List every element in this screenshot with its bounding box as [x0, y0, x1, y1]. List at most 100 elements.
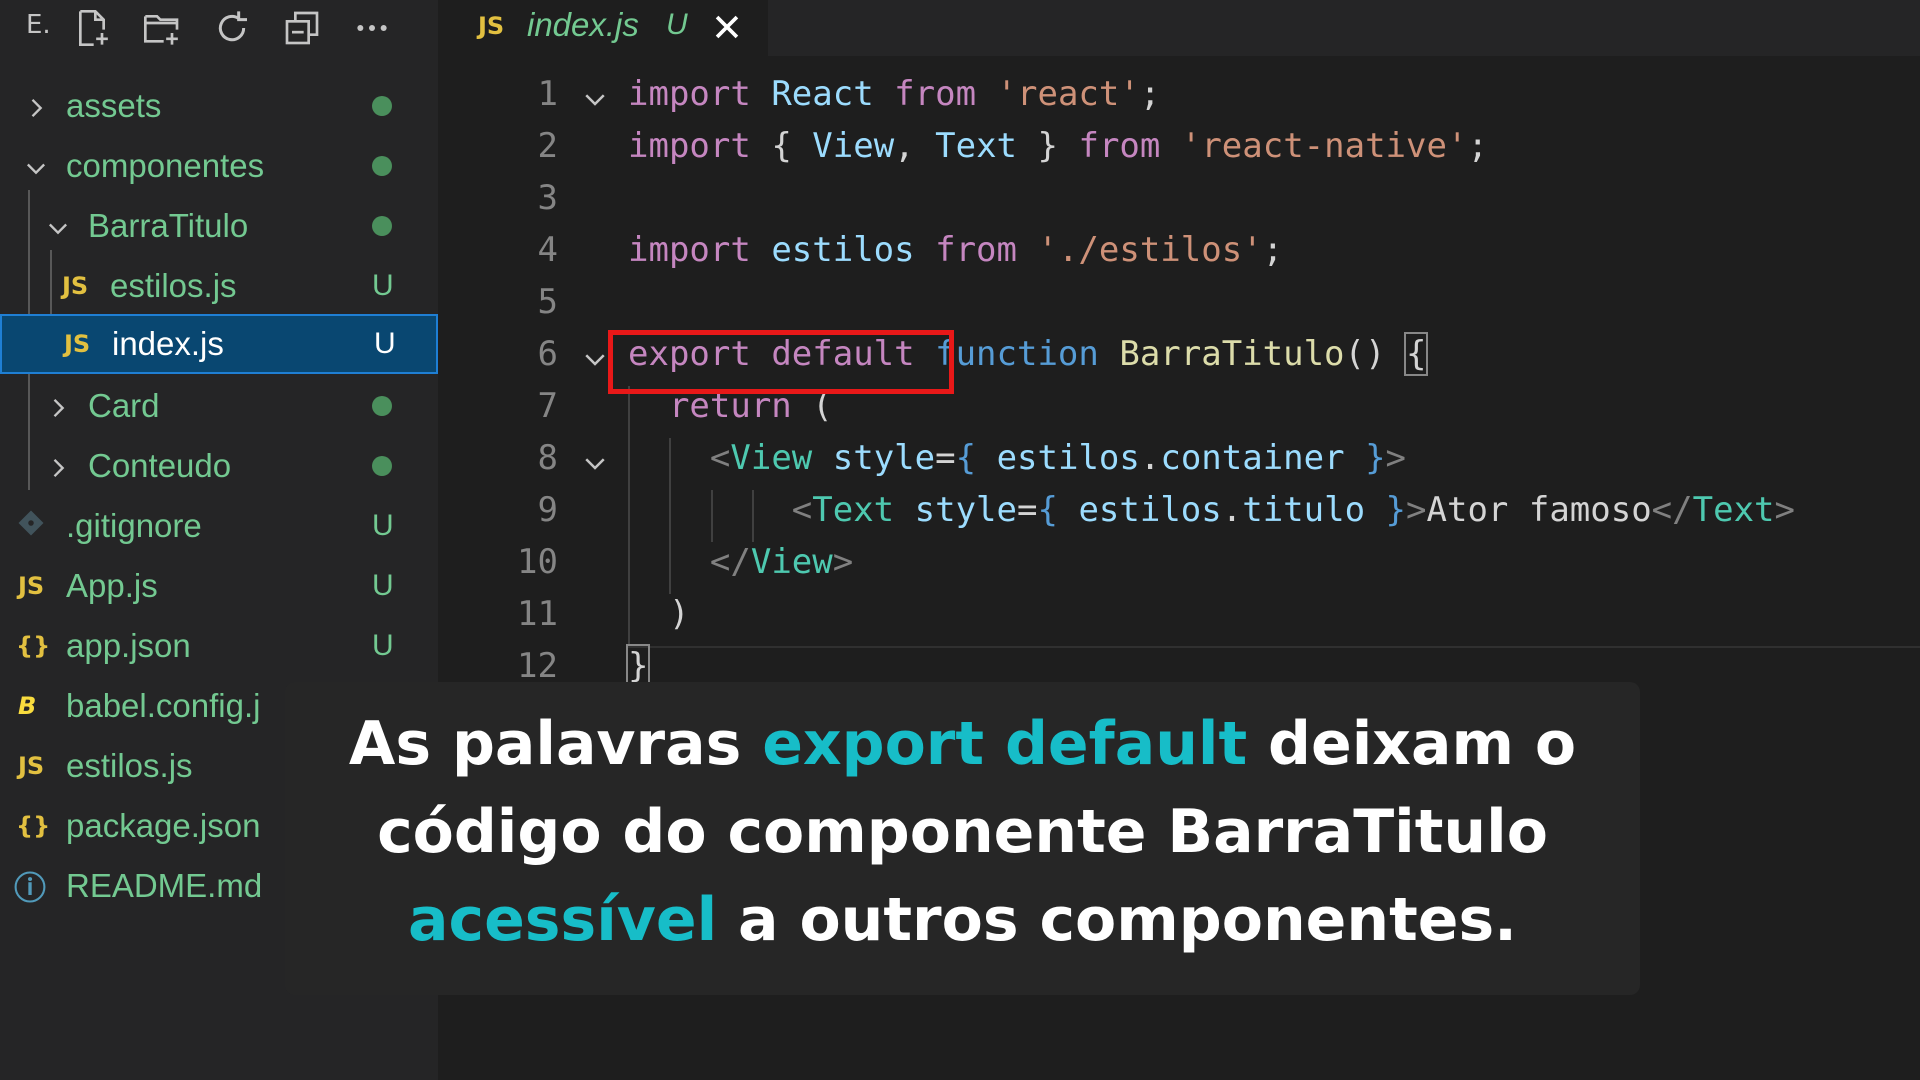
new-file-icon[interactable] — [70, 6, 114, 50]
modified-dot — [372, 396, 392, 416]
brace-open-matched: { — [1403, 332, 1429, 376]
identifier-estilos: estilos — [771, 230, 915, 270]
tag-open: < — [791, 490, 813, 530]
tree-item-label: app.json — [66, 627, 191, 664]
tree-item-label: index.js — [112, 325, 224, 362]
parens: () — [1344, 334, 1386, 374]
new-folder-icon[interactable] — [140, 6, 184, 50]
string-react-native: 'react-native' — [1180, 126, 1468, 166]
code-line-2: import { View, Text } from 'react-native… — [628, 126, 1488, 166]
identifier-container: container — [1160, 438, 1345, 478]
line-number: 10 — [517, 542, 558, 582]
caption-text-part: deixam o — [1247, 709, 1577, 779]
code-line-11: ) — [628, 594, 689, 634]
json-file-icon: {} — [16, 812, 51, 840]
tree-item-gitignore[interactable]: .gitignore U — [0, 496, 438, 556]
tree-item-assets[interactable]: assets — [0, 76, 438, 136]
info-icon: ⓘ — [14, 869, 47, 907]
tree-item-index-js[interactable]: JS index.js U — [0, 314, 438, 374]
more-icon[interactable] — [350, 6, 394, 50]
equals: = — [935, 438, 956, 478]
tree-item-conteudo[interactable]: Conteudo — [0, 436, 438, 496]
code-line-1: import React from 'react'; — [628, 74, 1160, 114]
tag-text: Text — [1692, 490, 1775, 530]
caption-text-part: As palavras — [348, 709, 763, 779]
caption-line-1: As palavras export default deixam o — [285, 700, 1640, 788]
tree-item-componentes[interactable]: componentes — [0, 136, 438, 196]
line-number: 7 — [537, 386, 558, 426]
js-file-icon: JS — [64, 330, 91, 358]
keyword-from: from — [894, 74, 977, 114]
dot: . — [1139, 438, 1161, 478]
code-line-10: </View> — [628, 542, 853, 582]
collapse-all-icon[interactable] — [280, 6, 324, 50]
identifier-react: React — [771, 74, 874, 114]
untracked-badge: U — [372, 569, 394, 602]
tree-item-label: App.js — [66, 567, 158, 604]
tree-item-estilos-js[interactable]: JS estilos.js U — [0, 256, 438, 316]
line-number: 6 — [537, 334, 558, 374]
chevron-right-icon — [44, 392, 72, 420]
code-line-9: <Text style={ estilos.titulo }>Ator famo… — [628, 490, 1795, 530]
chevron-right-icon — [44, 452, 72, 480]
line-number: 8 — [537, 438, 558, 478]
paren-close: ) — [668, 594, 690, 634]
close-icon[interactable] — [710, 10, 744, 44]
brace-close: } — [1037, 126, 1058, 166]
tree-item-label: componentes — [66, 147, 265, 184]
line-number: 2 — [537, 126, 558, 166]
brace-close-matched: } — [625, 644, 651, 688]
chevron-right-icon — [22, 92, 50, 120]
modified-dot — [372, 156, 392, 176]
tree-item-label: package.json — [66, 807, 261, 844]
tree-item-card[interactable]: Card — [0, 376, 438, 436]
tab-index-js[interactable]: JS index.js U — [438, 0, 768, 56]
identifier-estilos: estilos — [1078, 490, 1222, 530]
tag-close: > — [832, 542, 854, 582]
tree-item-label: estilos.js — [66, 747, 193, 784]
untracked-badge: U — [372, 509, 394, 542]
fold-chevron-icon[interactable] — [580, 84, 610, 114]
tree-item-label: README.md — [66, 867, 263, 904]
identifier-titulo: titulo — [1242, 490, 1366, 530]
fold-chevron-icon[interactable] — [580, 448, 610, 478]
semicolon: ; — [1139, 74, 1161, 114]
current-line-border — [628, 646, 1920, 648]
semicolon: ; — [1467, 126, 1488, 166]
keyword-from: from — [935, 230, 1017, 270]
explorer-toolbar: E. — [0, 0, 438, 56]
caption-accent: export default — [762, 709, 1248, 779]
tree-item-label: BarraTitulo — [88, 207, 249, 244]
line-number: 3 — [537, 178, 558, 218]
tree-item-app-js[interactable]: JS App.js U — [0, 556, 438, 616]
jsx-brace-close: } — [1365, 438, 1386, 478]
modified-dot — [372, 96, 392, 116]
dot: . — [1221, 490, 1243, 530]
string-estilos: './estilos' — [1037, 230, 1263, 270]
refresh-icon[interactable] — [210, 6, 254, 50]
tree-item-label: Card — [88, 387, 160, 424]
line-number: 5 — [537, 282, 558, 322]
modified-dot — [372, 216, 392, 236]
tree-item-label: babel.config.j — [66, 687, 261, 724]
fold-chevron-icon[interactable] — [580, 344, 610, 374]
comma: , — [894, 126, 915, 166]
untracked-badge: U — [372, 629, 394, 662]
js-file-icon: JS — [18, 752, 45, 780]
identifier-view: View — [812, 126, 895, 166]
js-file-icon: JS — [62, 272, 89, 300]
jsx-brace-close: } — [1385, 490, 1407, 530]
identifier-text: Text — [935, 126, 1018, 166]
tag-close: > — [1406, 490, 1427, 530]
json-file-icon: {} — [16, 632, 51, 660]
caption-line-2: código do componente BarraTitulo — [377, 797, 1548, 867]
code-line-4: import estilos from './estilos'; — [628, 230, 1283, 270]
untracked-badge: U — [666, 8, 688, 41]
js-file-icon: JS — [18, 572, 45, 600]
tag-close: > — [1385, 438, 1407, 478]
js-file-icon: JS — [478, 12, 505, 40]
tree-item-barratitulo[interactable]: BarraTitulo — [0, 196, 438, 256]
equals: = — [1016, 490, 1038, 530]
tree-item-app-json[interactable]: {} app.json U — [0, 616, 438, 676]
line-number: 12 — [517, 646, 558, 686]
